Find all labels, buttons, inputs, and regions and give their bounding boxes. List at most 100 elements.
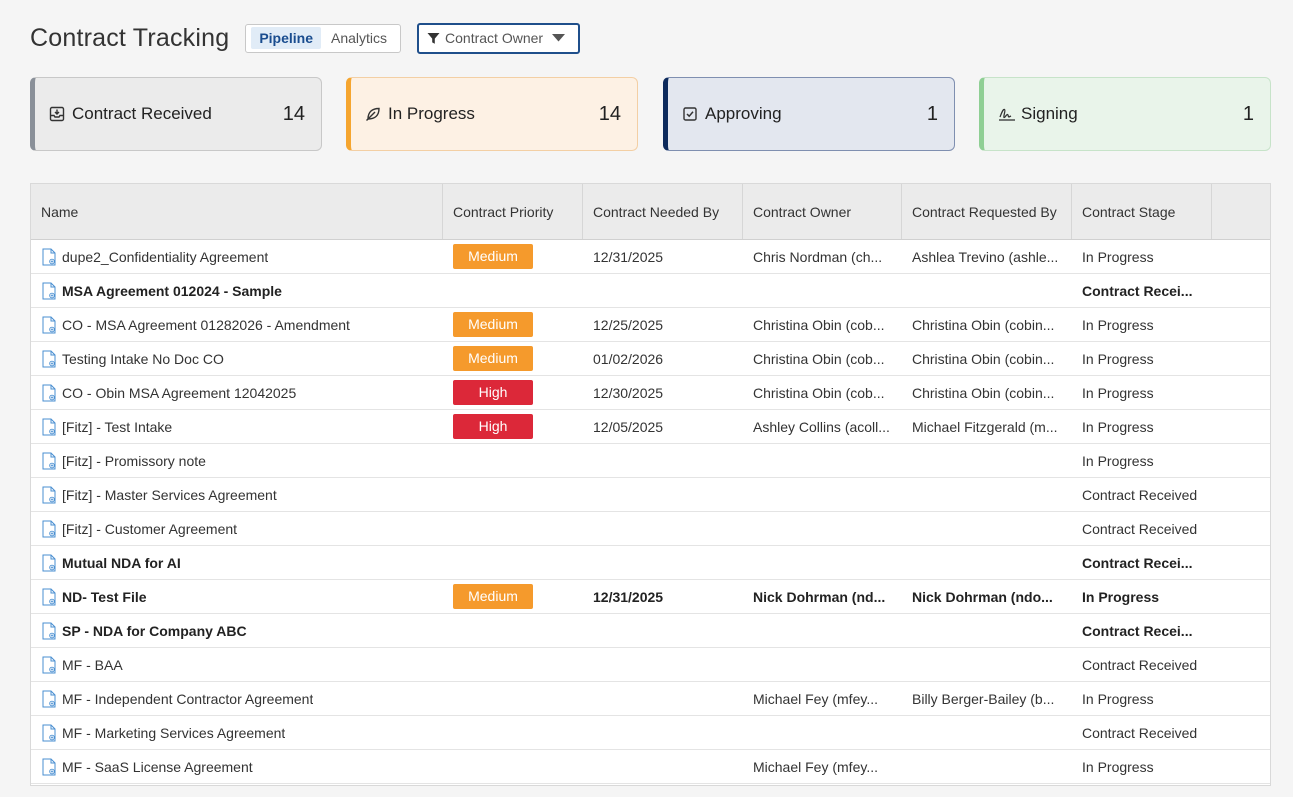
contract-name-link[interactable]: [Fitz] - Master Services Agreement	[62, 487, 277, 503]
cell-owner: Christina Obin (cob...	[743, 308, 902, 341]
cell-stage: In Progress	[1072, 410, 1212, 443]
contract-name-link[interactable]: CO - MSA Agreement 01282026 - Amendment	[62, 317, 350, 333]
table-row[interactable]: [Fitz] - Master Services Agreement Contra…	[31, 478, 1270, 512]
cell-priority	[443, 478, 583, 511]
cell-requested-by-text: Christina Obin (cobin...	[912, 384, 1055, 401]
cell-stage-text: In Progress	[1082, 418, 1154, 435]
table-body: dupe2_Confidentiality Agreement Medium 12/…	[31, 240, 1270, 784]
contract-owner-filter-button[interactable]: Contract Owner	[417, 22, 581, 54]
contract-name-link[interactable]: Mutual NDA for AI	[62, 555, 181, 571]
card-approving[interactable]: Approving 1	[663, 77, 955, 151]
contract-name-link[interactable]: MF - Independent Contractor Agreement	[62, 691, 313, 707]
cell-owner: Christina Obin (cob...	[743, 376, 902, 409]
contract-name-link[interactable]: MF - Marketing Services Agreement	[62, 725, 285, 741]
cell-priority	[443, 546, 583, 579]
column-header-name[interactable]: Name	[31, 184, 443, 239]
cell-owner-text: Chris Nordman (ch...	[753, 248, 883, 265]
tab-pipeline[interactable]: Pipeline	[251, 27, 321, 49]
cell-needed-by	[583, 716, 743, 749]
cell-requested-by	[902, 478, 1072, 511]
cell-needed-by-text: 12/30/2025	[593, 384, 664, 401]
cell-requested-by: Christina Obin (cobin...	[902, 308, 1072, 341]
priority-badge: High	[453, 380, 533, 405]
cell-stage-text: Contract Received	[1082, 486, 1198, 503]
cell-stage-text: Contract Received	[1082, 520, 1198, 537]
cell-stage-text: Contract Recei...	[1082, 622, 1193, 639]
cell-priority: Medium	[443, 342, 583, 375]
cell-stage: Contract Received	[1072, 648, 1212, 681]
contract-name-link[interactable]: [Fitz] - Test Intake	[62, 419, 172, 435]
card-count: 14	[598, 102, 621, 125]
cell-needed-by: 12/31/2025	[583, 240, 743, 273]
table-row[interactable]: dupe2_Confidentiality Agreement Medium 12/…	[31, 240, 1270, 274]
contract-name-link[interactable]: MSA Agreement 012024 - Sample	[62, 283, 282, 299]
table-row[interactable]: SP - NDA for Company ABC Contract Recei..…	[31, 614, 1270, 648]
cell-requested-by-text: Christina Obin (cobin...	[912, 350, 1055, 367]
table-row[interactable]: [Fitz] - Test Intake High 12/05/2025 Ashley…	[31, 410, 1270, 444]
contract-name-link[interactable]: MF - SaaS License Agreement	[62, 759, 253, 775]
cell-requested-by-text: Billy Berger-Bailey (b...	[912, 690, 1055, 707]
cell-stage: In Progress	[1072, 240, 1212, 273]
column-header-needed-by[interactable]: Contract Needed By	[583, 184, 743, 239]
cell-requested-by: Billy Berger-Bailey (b...	[902, 682, 1072, 715]
column-header-owner[interactable]: Contract Owner	[743, 184, 902, 239]
contract-name-link[interactable]: [Fitz] - Promissory note	[62, 453, 206, 469]
document-icon	[41, 758, 57, 776]
card-count: 1	[926, 102, 938, 125]
filter-icon	[427, 32, 440, 44]
cell-needed-by-text: 12/05/2025	[593, 418, 664, 435]
cell-stage: Contract Received	[1072, 478, 1212, 511]
card-label: Signing	[1021, 104, 1078, 123]
cell-requested-by	[902, 444, 1072, 477]
table-row[interactable]: Testing Intake No Doc CO Medium 01/02/2026…	[31, 342, 1270, 376]
table-row[interactable]: Mutual NDA for AI Contract Recei...	[31, 546, 1270, 580]
cell-needed-by	[583, 614, 743, 647]
table-row[interactable]: [Fitz] - Promissory note In Progress	[31, 444, 1270, 478]
cell-stage-text: In Progress	[1082, 350, 1154, 367]
contract-name-link[interactable]: SP - NDA for Company ABC	[62, 623, 247, 639]
table-row[interactable]: CO - MSA Agreement 01282026 - Amendment M…	[31, 308, 1270, 342]
contract-name-link[interactable]: CO - Obin MSA Agreement 12042025	[62, 385, 296, 401]
contract-name-link[interactable]: MF - BAA	[62, 657, 123, 673]
column-header-requested-by[interactable]: Contract Requested By	[902, 184, 1072, 239]
contract-name-link[interactable]: ND- Test File	[62, 589, 147, 605]
contract-name-link[interactable]: Testing Intake No Doc CO	[62, 351, 224, 367]
cell-stage: Contract Recei...	[1072, 274, 1212, 307]
cell-owner: Ashley Collins (acoll...	[743, 410, 902, 443]
cell-needed-by: 12/31/2025	[583, 580, 743, 613]
card-signing[interactable]: Signing 1	[979, 77, 1271, 151]
cell-name: MF - SaaS License Agreement	[31, 750, 443, 783]
cell-needed-by-text: 12/31/2025	[593, 588, 664, 605]
cell-name: Testing Intake No Doc CO	[31, 342, 443, 375]
contract-name-link[interactable]: dupe2_Confidentiality Agreement	[62, 249, 268, 265]
table-row[interactable]: MF - Marketing Services Agreement Contrac…	[31, 716, 1270, 750]
cell-needed-by: 12/30/2025	[583, 376, 743, 409]
contracts-table: Name Contract Priority Contract Needed B…	[30, 183, 1271, 786]
cell-requested-by	[902, 274, 1072, 307]
cell-owner-text: Christina Obin (cob...	[753, 384, 885, 401]
table-row[interactable]: [Fitz] - Customer Agreement Contract Rece…	[31, 512, 1270, 546]
cell-owner	[743, 648, 902, 681]
column-header-priority[interactable]: Contract Priority	[443, 184, 583, 239]
column-header-spacer	[1212, 184, 1270, 239]
table-row[interactable]: ND- Test File Medium 12/31/2025 Nick Dohrma…	[31, 580, 1270, 614]
priority-badge: Medium	[453, 244, 533, 269]
cell-owner: Christina Obin (cob...	[743, 342, 902, 375]
filter-label: Contract Owner	[445, 30, 544, 46]
cell-name: dupe2_Confidentiality Agreement	[31, 240, 443, 273]
table-row[interactable]: MSA Agreement 012024 - Sample Contract Re…	[31, 274, 1270, 308]
table-row[interactable]: CO - Obin MSA Agreement 12042025 High 12/3…	[31, 376, 1270, 410]
card-contract-received[interactable]: Contract Received 14	[30, 77, 322, 151]
table-row[interactable]: MF - SaaS License Agreement Michael Fey (…	[31, 750, 1270, 784]
card-in-progress[interactable]: In Progress 14	[346, 77, 638, 151]
cell-requested-by: Nick Dohrman (ndo...	[902, 580, 1072, 613]
cell-stage-text: Contract Received	[1082, 656, 1198, 673]
column-header-stage[interactable]: Contract Stage	[1072, 184, 1212, 239]
table-row[interactable]: MF - Independent Contractor Agreement Mic…	[31, 682, 1270, 716]
tab-analytics[interactable]: Analytics	[323, 27, 395, 49]
cell-name: [Fitz] - Master Services Agreement	[31, 478, 443, 511]
contract-name-link[interactable]: [Fitz] - Customer Agreement	[62, 521, 237, 537]
card-label: Approving	[705, 104, 782, 123]
stage-cards: Contract Received 14 In Progress 14 Appr…	[30, 77, 1271, 151]
table-row[interactable]: MF - BAA Contract Received	[31, 648, 1270, 682]
